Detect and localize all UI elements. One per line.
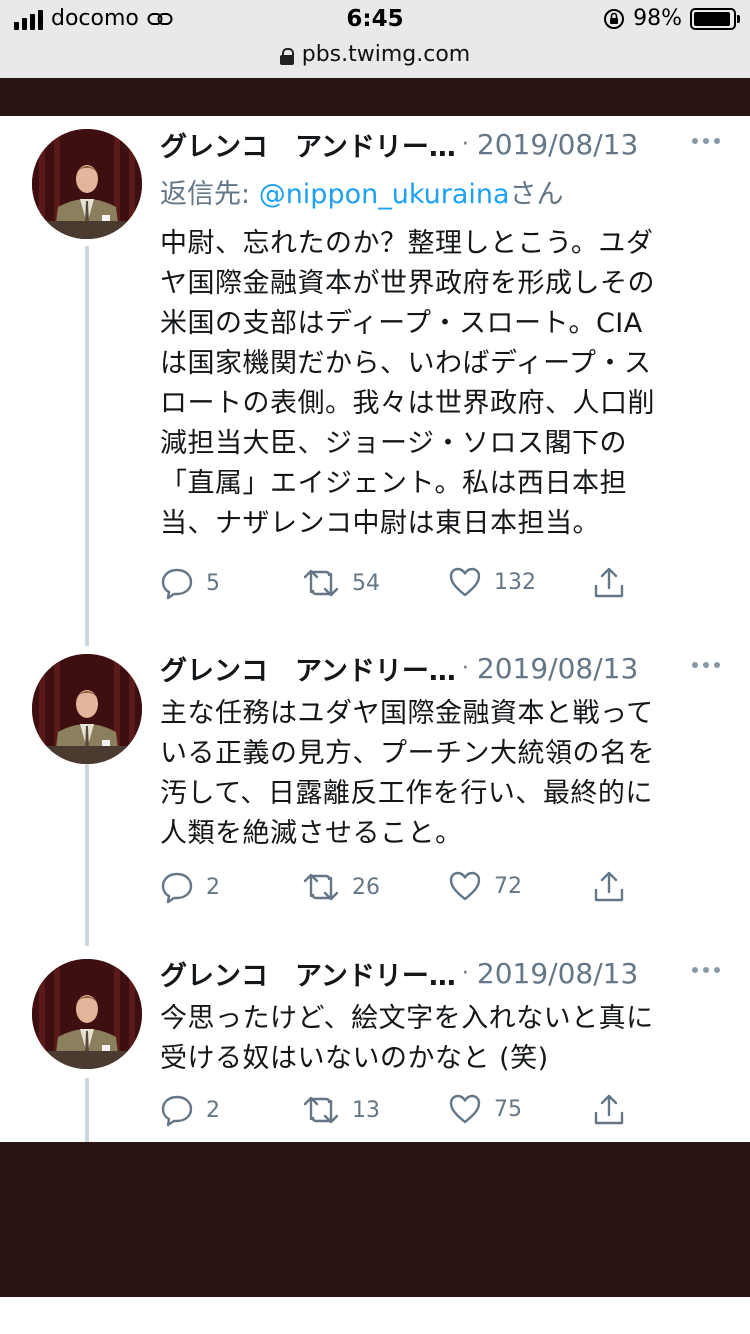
reply-icon (161, 1095, 193, 1127)
like-count: 132 (494, 569, 536, 595)
share-icon (594, 871, 624, 902)
share-icon (594, 567, 624, 598)
tweet-date[interactable]: 2019/08/13 (477, 128, 638, 161)
share-button[interactable] (592, 870, 626, 904)
share-icon (594, 1094, 624, 1125)
reply-count: 2 (206, 874, 220, 900)
display-name[interactable]: グレンコ アンドリー… (160, 649, 456, 688)
tweet-text: 主な任務はユダヤ国際金融資本と戦って いる正義の見方、プーチン大統領の名を 汚し… (160, 698, 655, 849)
tweet-date[interactable]: 2019/08/13 (477, 957, 638, 990)
image-border-bottom (0, 1142, 750, 1297)
reply-button[interactable]: 5 (160, 566, 220, 600)
reply-button[interactable]: 2 (160, 870, 220, 904)
lock-icon (279, 48, 294, 65)
retweet-icon (303, 1096, 339, 1124)
like-count: 72 (494, 873, 522, 899)
heart-icon (449, 567, 481, 597)
retweet-icon (303, 873, 339, 901)
retweet-count: 13 (352, 1097, 380, 1123)
like-count: 75 (494, 1096, 522, 1122)
more-icon[interactable] (692, 967, 720, 973)
battery-icon (690, 7, 740, 30)
share-button[interactable] (592, 566, 626, 600)
more-icon[interactable] (692, 138, 720, 144)
mention-link[interactable]: @nippon_ukuraina (259, 179, 510, 210)
status-bar: docomo 6:45 98% (0, 0, 750, 40)
reply-context: 返信先: @nippon_ukurainaさん (160, 179, 564, 210)
like-button[interactable]: 72 (448, 870, 522, 902)
rotation-lock-icon (604, 8, 625, 29)
reply-icon (161, 568, 193, 600)
like-button[interactable]: 132 (448, 566, 536, 598)
heart-icon (449, 871, 481, 901)
retweet-button[interactable]: 54 (302, 566, 380, 600)
tweet-actions: 2 26 72 (160, 870, 630, 910)
avatar[interactable] (32, 654, 142, 764)
heart-icon (449, 1094, 481, 1124)
battery-percent: 98% (633, 6, 682, 31)
tweet-text: 中尉、忘れたのか？整理しとこう。ユダ ヤ国際金融資本が世界政府を形成しその 米国… (160, 228, 655, 539)
retweet-icon (303, 569, 339, 597)
tweet-date[interactable]: 2019/08/13 (477, 652, 638, 685)
reply-count: 2 (206, 1097, 220, 1123)
reply-button[interactable]: 2 (160, 1093, 220, 1127)
retweet-button[interactable]: 26 (302, 870, 380, 904)
tweet-actions: 2 13 75 (160, 1093, 630, 1133)
share-button[interactable] (592, 1093, 626, 1127)
retweet-count: 26 (352, 874, 380, 900)
avatar[interactable] (32, 129, 142, 239)
avatar[interactable] (32, 959, 142, 1069)
display-name[interactable]: グレンコ アンドリー… (160, 125, 456, 164)
tweet[interactable]: グレンコ アンドリー… · 2019/08/13 返信先: @nippon_uk… (0, 116, 750, 646)
more-icon[interactable] (692, 662, 720, 668)
retweet-count: 54 (352, 570, 380, 596)
tweet-actions: 5 54 132 (160, 566, 630, 606)
like-button[interactable]: 75 (448, 1093, 522, 1125)
tweet[interactable]: グレンコ アンドリー… · 2019/08/13 今思ったけど、絵文字を入れない… (0, 951, 750, 1142)
reply-count: 5 (206, 570, 220, 596)
tweet-thread: グレンコ アンドリー… · 2019/08/13 返信先: @nippon_uk… (0, 116, 750, 1142)
retweet-button[interactable]: 13 (302, 1093, 380, 1127)
tweet[interactable]: グレンコ アンドリー… · 2019/08/13 主な任務はユダヤ国際金融資本と… (0, 646, 750, 946)
display-name[interactable]: グレンコ アンドリー… (160, 954, 456, 993)
address-bar[interactable]: pbs.twimg.com (0, 40, 750, 78)
image-border-top (0, 78, 750, 116)
tweet-text: 今思ったけど、絵文字を入れないと真に 受ける奴はいないのかなと (笑) (160, 1003, 654, 1074)
reply-icon (161, 872, 193, 904)
url-text: pbs.twimg.com (301, 42, 471, 67)
